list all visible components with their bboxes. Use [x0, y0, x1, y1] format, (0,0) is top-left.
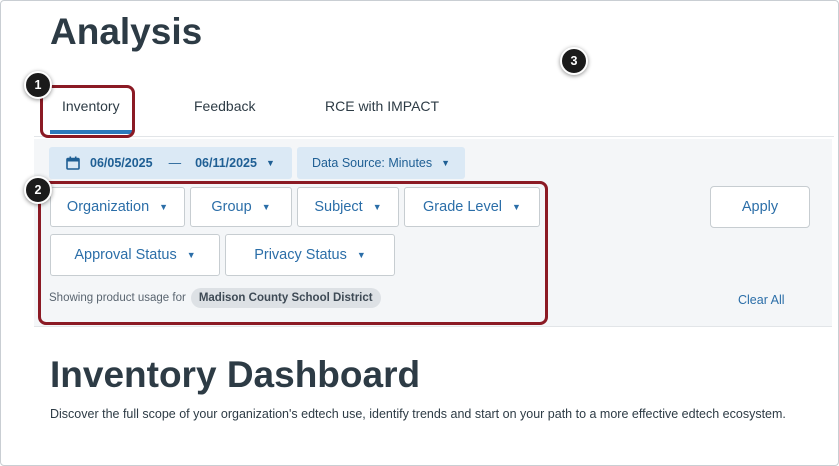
clear-all-link[interactable]: Clear All: [738, 293, 785, 307]
usage-scope-text: Showing product usage for Madison County…: [49, 288, 381, 308]
app-window: Analysis Inventory Feedback RCE with IMP…: [0, 0, 839, 466]
grade-level-filter-label: Grade Level: [423, 199, 503, 215]
page-title: Analysis: [50, 11, 203, 52]
subject-filter-button[interactable]: Subject ▼: [297, 187, 399, 227]
approval-status-filter-button[interactable]: Approval Status ▼: [50, 234, 220, 276]
date-end: 06/11/2025: [195, 156, 257, 170]
filter-panel: 06/05/2025 — 06/11/2025 ▼ Data Source: M…: [34, 139, 832, 327]
tab-rce-with-impact[interactable]: RCE with IMPACT: [325, 98, 439, 114]
tab-inventory[interactable]: Inventory: [62, 98, 120, 114]
grade-level-filter-button[interactable]: Grade Level ▼: [404, 187, 540, 227]
date-start: 06/05/2025: [90, 156, 153, 170]
calendar-icon: [66, 156, 80, 170]
approval-status-filter-label: Approval Status: [74, 247, 177, 263]
chevron-down-icon: ▼: [261, 202, 271, 212]
dashboard-description: Discover the full scope of your organiza…: [50, 407, 786, 421]
chevron-down-icon: ▼: [372, 202, 382, 212]
chevron-down-icon: ▼: [265, 158, 275, 168]
organization-filter-label: Organization: [66, 199, 150, 215]
date-range-picker[interactable]: 06/05/2025 — 06/11/2025 ▼: [49, 147, 292, 179]
active-tab-indicator: [50, 130, 132, 134]
organization-chip: Madison County School District: [190, 288, 381, 308]
chevron-down-icon: ▼: [356, 250, 366, 260]
chevron-down-icon: ▼: [512, 202, 521, 212]
subject-filter-label: Subject: [314, 199, 363, 215]
usage-scope-prefix: Showing product usage for: [49, 292, 186, 304]
privacy-status-filter-label: Privacy Status: [254, 247, 347, 263]
dashboard-title: Inventory Dashboard: [50, 354, 421, 395]
tab-feedback[interactable]: Feedback: [194, 98, 255, 114]
apply-button[interactable]: Apply: [710, 186, 810, 228]
chevron-down-icon: ▼: [159, 202, 169, 212]
data-source-dropdown[interactable]: Data Source: Minutes ▼: [297, 147, 465, 179]
group-filter-button[interactable]: Group ▼: [190, 187, 292, 227]
chevron-down-icon: ▼: [441, 158, 451, 168]
privacy-status-filter-button[interactable]: Privacy Status ▼: [225, 234, 395, 276]
callout-badge-3: 3: [560, 47, 588, 75]
callout-badge-2: 2: [24, 176, 52, 204]
group-filter-label: Group: [211, 199, 252, 215]
chevron-down-icon: ▼: [186, 250, 196, 260]
tab-bar: Inventory Feedback RCE with IMPACT: [34, 81, 834, 137]
organization-filter-button[interactable]: Organization ▼: [50, 187, 185, 227]
data-source-label: Data Source: Minutes: [311, 156, 433, 170]
callout-badge-1: 1: [24, 71, 52, 99]
date-separator: —: [168, 156, 182, 170]
